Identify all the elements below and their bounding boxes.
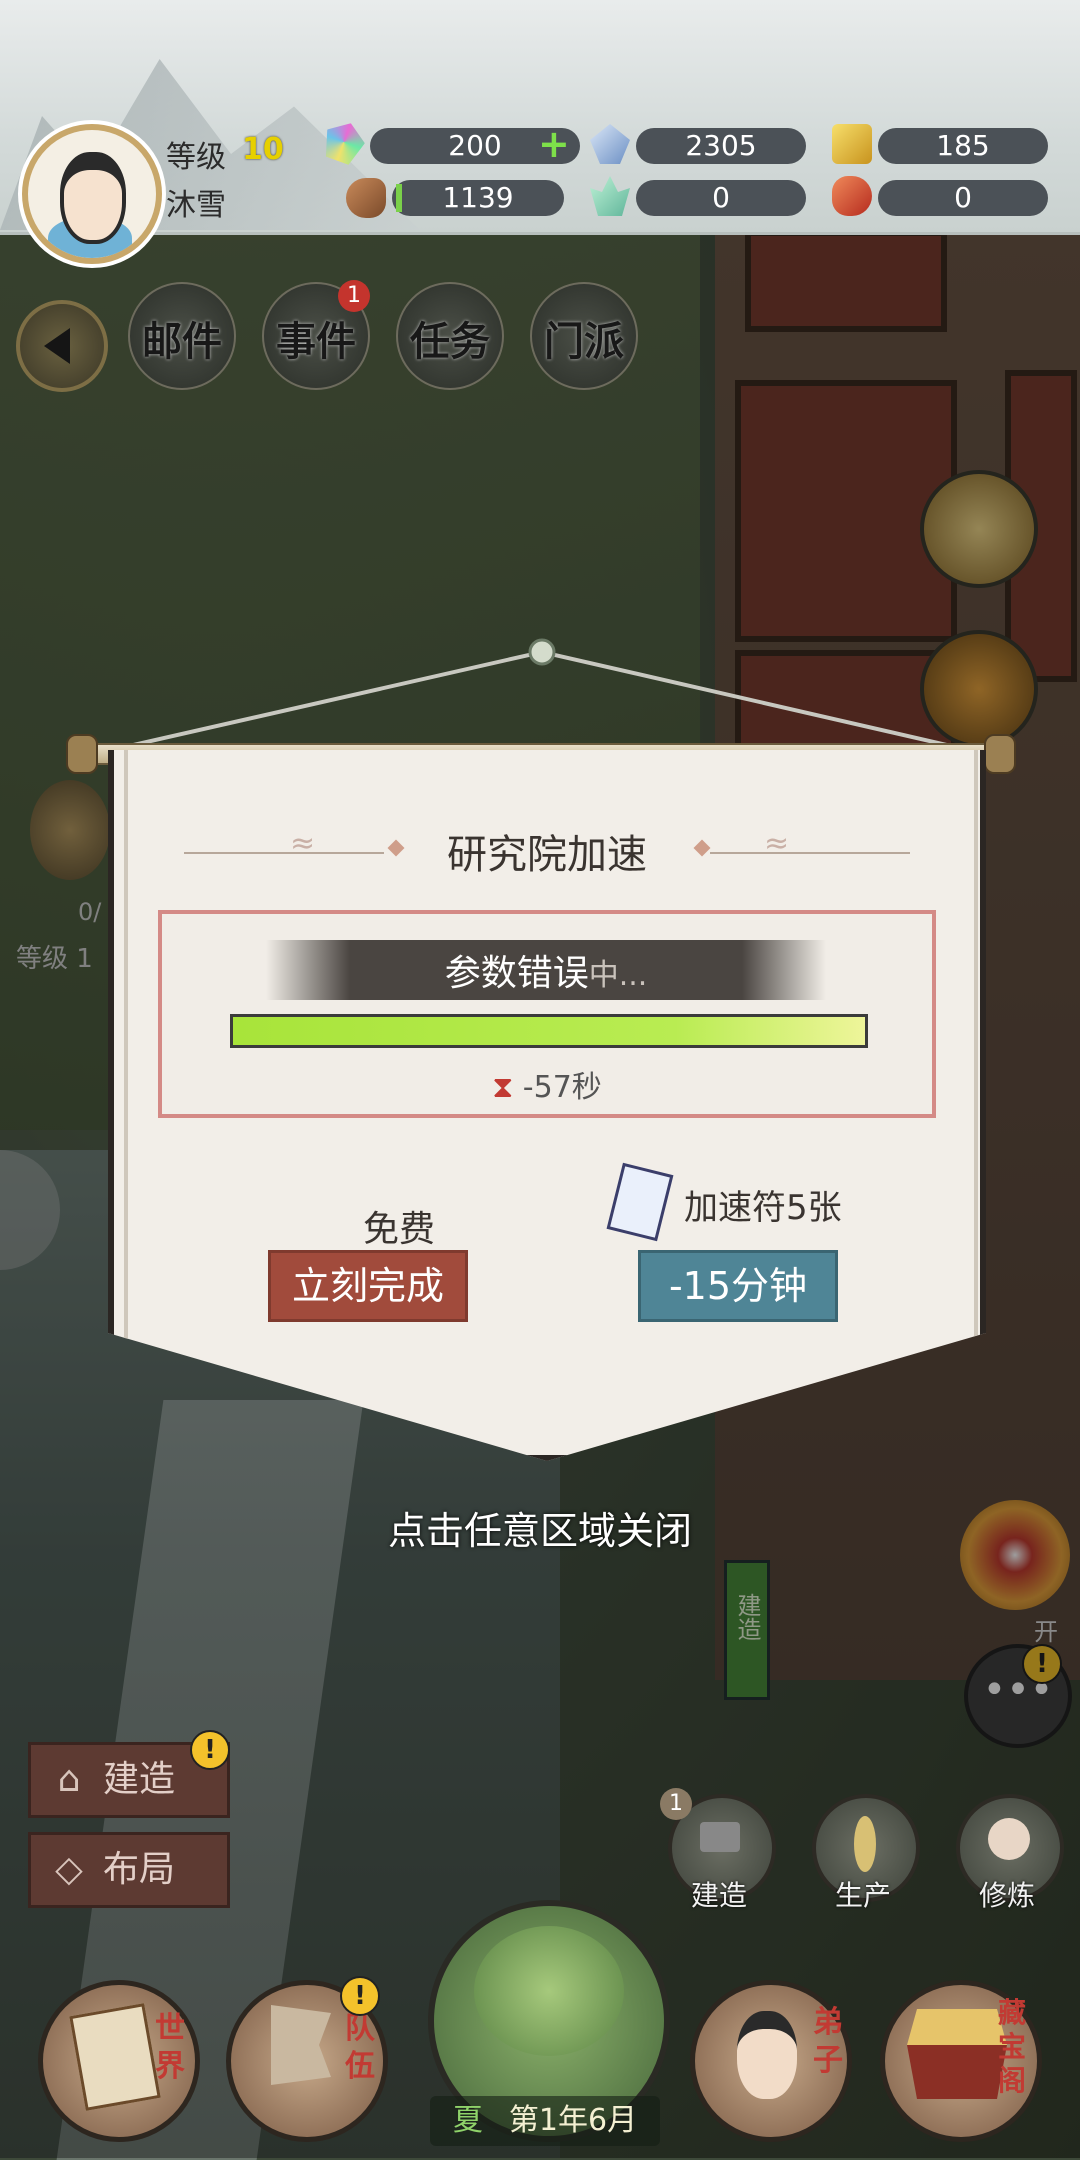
ticket-count-label: 加速符5张 <box>684 1188 842 1228</box>
grid-tile-icon: ◇ <box>55 1849 83 1890</box>
close-hint: 点击任意区域关闭 <box>387 1509 692 1553</box>
sect-button[interactable]: 门派 <box>530 282 638 390</box>
dialog-title: 研究院加速 <box>447 832 647 878</box>
season-label: 夏 <box>452 2103 483 2138</box>
herb-icon <box>590 176 630 216</box>
task-label: 任务 <box>410 318 490 365</box>
level-value: 10 <box>242 132 284 167</box>
mail-button[interactable]: 邮件 <box>128 282 236 390</box>
meat-value: 0 <box>954 181 972 214</box>
timer-value: -57秒 <box>522 1070 602 1105</box>
meat-icon <box>832 176 872 216</box>
season-date: 夏第1年6月 <box>430 2096 660 2146</box>
build-menu-label: 建造 <box>103 1759 176 1800</box>
layout-button[interactable]: ◇ 布局 <box>28 1832 230 1908</box>
crystal-icon <box>590 124 630 164</box>
gold-value: 185 <box>936 129 990 162</box>
build-warning-icon: ! <box>190 1730 230 1770</box>
wood-capacity-bar <box>396 184 402 212</box>
status-main: 参数错误 <box>444 953 589 994</box>
wood-value: 1139 <box>442 181 514 214</box>
mail-label: 邮件 <box>142 318 222 365</box>
player-avatar[interactable] <box>22 124 162 264</box>
tree-icon <box>474 1926 624 2056</box>
sect-label: 门派 <box>544 318 624 365</box>
collapse-menu-button[interactable] <box>16 300 108 392</box>
free-label: 免费 <box>362 1209 435 1250</box>
scroll-rod-right-knob <box>984 734 1016 774</box>
avatar-face <box>60 152 126 244</box>
progress-fill <box>233 1017 865 1045</box>
event-label: 事件 <box>276 318 356 365</box>
spirit-stone-value: 200 <box>448 129 502 162</box>
crystal-counter: 2305 <box>636 128 806 164</box>
herb-value: 0 <box>712 181 730 214</box>
progress-panel: 参数错误中... ⧗ -57秒 <box>158 910 936 1118</box>
meditating-figure-icon <box>988 1818 1030 1860</box>
disciple-face-icon <box>737 2011 797 2099</box>
level-label: 等级 <box>166 140 226 175</box>
hammer-icon <box>700 1822 740 1852</box>
timer: ⧗ -57秒 <box>162 1062 932 1106</box>
gold-counter: 185 <box>878 128 1048 164</box>
scroll-rod-left-knob <box>66 734 98 774</box>
add-spirit-stone-button[interactable]: + <box>538 125 570 163</box>
event-badge: 1 <box>338 280 370 312</box>
progress-bar <box>230 1014 868 1048</box>
world-label: 世界 <box>155 2011 185 2084</box>
hourglass-icon: ⧗ <box>492 1070 514 1105</box>
wheat-icon <box>854 1816 876 1872</box>
wood-counter: 1139 <box>392 180 564 216</box>
date-label: 第1年6月 <box>508 2103 638 2138</box>
treasury-label: 藏宝阁 <box>997 1996 1026 2097</box>
crystal-value: 2305 <box>685 129 757 162</box>
status-text: 参数错误中... <box>266 944 826 996</box>
meat-counter: 0 <box>878 180 1048 216</box>
cultivate-action-label: 修炼 <box>978 1879 1035 1912</box>
layout-label: 布局 <box>103 1849 176 1890</box>
task-button[interactable]: 任务 <box>396 282 504 390</box>
status-suffix: 中... <box>588 958 648 993</box>
team-warning-icon: ! <box>340 1976 380 2016</box>
produce-action-label: 生产 <box>834 1879 891 1912</box>
disciple-label: 弟子 <box>813 2005 843 2078</box>
scroll-rope <box>120 638 960 748</box>
scroll-map-icon <box>69 2003 161 2111</box>
wood-icon <box>346 178 386 218</box>
gold-icon <box>832 124 872 164</box>
speedup-15min-button[interactable]: -15分钟 <box>638 1250 838 1322</box>
herb-counter: 0 <box>636 180 806 216</box>
team-label: 队伍 <box>345 2011 375 2084</box>
build-action-label: 建造 <box>690 1879 747 1912</box>
build-action-badge: 1 <box>660 1788 692 1820</box>
speedup-dialog: ≈ ≈ 研究院加速 参数错误中... ⧗ -57秒 免费 立刻完成 加速符5张 … <box>108 750 986 1461</box>
house-icon: ⌂ <box>57 1759 81 1800</box>
top-bar: 等级 10 沐雪 200 + 2305 185 1139 0 0 <box>0 0 1080 235</box>
arrow-left-icon <box>44 328 70 364</box>
complete-now-button[interactable]: 立刻完成 <box>268 1250 468 1322</box>
player-name: 沐雪 <box>166 188 226 223</box>
flag-icon <box>271 2005 331 2085</box>
